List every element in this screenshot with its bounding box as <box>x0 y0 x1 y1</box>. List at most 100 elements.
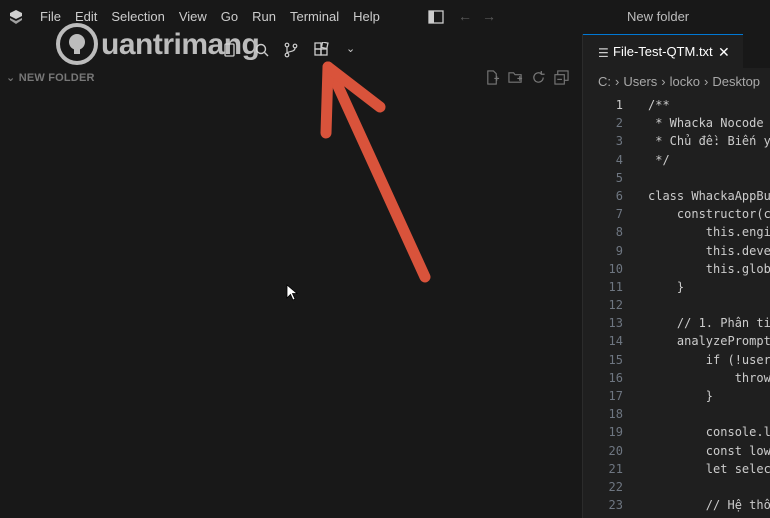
line-number: 3 <box>615 134 623 149</box>
chevron-right-icon: › <box>704 74 709 89</box>
line-number: 20 <box>608 443 623 458</box>
new-file-icon[interactable] <box>485 70 500 85</box>
refresh-icon[interactable] <box>531 70 546 85</box>
source-control-icon[interactable] <box>283 42 299 58</box>
code-line[interactable]: 15 if (!user <box>583 353 770 371</box>
code-line[interactable]: 22 <box>583 480 770 498</box>
breadcrumb-item[interactable]: locko <box>670 74 700 89</box>
line-number: 12 <box>608 298 623 313</box>
chevron-down-icon: ⌄ <box>6 72 16 84</box>
code-text: this.glob <box>648 261 770 276</box>
line-number: 2 <box>615 116 623 131</box>
line-number: 10 <box>608 261 623 276</box>
line-number: 19 <box>608 425 623 440</box>
menu-terminal[interactable]: Terminal <box>290 0 347 34</box>
breadcrumb-item[interactable]: Users <box>623 74 657 89</box>
text-file-icon: ☰ <box>598 46 609 60</box>
toggle-sidebar-icon[interactable] <box>428 10 444 24</box>
mouse-cursor-icon <box>286 284 298 301</box>
code-line[interactable]: 8 this.engi <box>583 225 770 243</box>
code-line[interactable]: 16 throw <box>583 371 770 389</box>
window-title: New folder <box>627 9 690 24</box>
line-number: 15 <box>608 352 623 367</box>
code-line[interactable]: 14 analyzePrompt <box>583 334 770 352</box>
line-number: 13 <box>608 316 623 331</box>
code-text: let selec <box>648 461 770 476</box>
code-line[interactable]: 11 } <box>583 280 770 298</box>
tab-file-test-qtm[interactable]: ☰ File-Test-QTM.txt ✕ <box>583 34 743 68</box>
app-logo-icon <box>10 10 22 24</box>
code-text: */ <box>648 152 670 167</box>
code-text: if (!user <box>648 352 770 367</box>
menu-help[interactable]: Help <box>353 0 388 34</box>
back-arrow-icon[interactable]: ← <box>458 8 472 24</box>
code-text: * Whacka Nocode <box>648 116 764 131</box>
code-line[interactable]: 9 this.deve <box>583 244 770 262</box>
code-text: const low <box>648 443 770 458</box>
line-number: 17 <box>608 389 623 403</box>
watermark-bulb-icon <box>56 23 98 65</box>
code-line[interactable]: 19 console.l <box>583 425 770 443</box>
tab-label: File-Test-QTM.txt <box>613 44 713 59</box>
line-number: 5 <box>615 170 623 185</box>
close-icon[interactable]: ✕ <box>718 35 730 69</box>
code-line[interactable]: 13 // 1. Phân ti <box>583 316 770 334</box>
code-line[interactable]: 21 let selec <box>583 462 770 480</box>
code-line[interactable]: 12 <box>583 298 770 316</box>
code-line[interactable]: 1 /** <box>583 98 770 116</box>
breadcrumb-item[interactable]: Desktop <box>712 74 760 89</box>
line-number: 21 <box>608 461 623 476</box>
code-line[interactable]: 6 class WhackaAppBu <box>583 189 770 207</box>
line-number: 11 <box>608 279 623 294</box>
chevron-right-icon: › <box>661 74 666 89</box>
explorer-folder-header[interactable]: ⌄ NEW FOLDER <box>6 71 95 84</box>
code-text: throw <box>648 370 770 385</box>
code-text: } <box>648 279 685 294</box>
watermark-logo: uantrimang <box>55 22 285 70</box>
code-line[interactable]: 18 <box>583 407 770 425</box>
line-number: 6 <box>615 188 623 203</box>
code-line[interactable]: 4 */ <box>583 153 770 171</box>
code-text: // 1. Phân ti <box>648 316 770 331</box>
explorer-folder-title: NEW FOLDER <box>18 72 95 84</box>
editor-area: ☰ File-Test-QTM.txt ✕ C: › Users › locko › Des… <box>583 34 770 518</box>
more-views-chevron-icon[interactable]: ⌄ <box>346 42 355 55</box>
code-editor[interactable]: 1/** 2 * Whacka Nocode 3 * Chủ đề: Biến y4… <box>583 98 770 516</box>
code-line[interactable]: 7 constructor(c <box>583 207 770 225</box>
code-line[interactable]: 3 * Chủ đề: Biến y <box>583 134 770 152</box>
breadcrumb-item[interactable]: C: <box>598 74 611 89</box>
chevron-right-icon: › <box>615 74 620 89</box>
code-line[interactable]: 17 } <box>583 389 770 407</box>
code-line[interactable]: 5 <box>583 171 770 189</box>
line-number: 1 <box>615 98 623 112</box>
collapse-all-icon[interactable] <box>554 70 569 85</box>
code-text: analyzePrompt <box>648 334 770 349</box>
line-number: 18 <box>608 407 623 422</box>
code-text: this.engi <box>648 225 770 240</box>
code-line[interactable]: 2 * Whacka Nocode <box>583 116 770 134</box>
code-line[interactable]: 23 // Hệ thố <box>583 498 770 516</box>
tab-bar: ☰ File-Test-QTM.txt ✕ <box>583 34 770 68</box>
code-text: class WhackaAppBu <box>648 188 770 203</box>
code-line[interactable]: 10 this.glob <box>583 262 770 280</box>
code-text: this.deve <box>648 243 770 258</box>
line-number: 22 <box>608 479 623 494</box>
new-folder-icon[interactable] <box>508 70 523 85</box>
code-line[interactable]: 20 const low <box>583 444 770 462</box>
line-number: 16 <box>608 370 623 385</box>
watermark-text: uantrimang <box>101 28 260 61</box>
code-text: console.l <box>648 425 770 440</box>
code-text: /** <box>648 98 670 112</box>
code-text: } <box>648 389 714 403</box>
code-text: * Chủ đề: Biến y <box>648 134 770 149</box>
annotation-arrow-icon <box>320 61 431 283</box>
code-text: // Hệ thố <box>648 498 770 513</box>
code-text: constructor(c <box>648 207 770 222</box>
line-number: 23 <box>608 498 623 513</box>
line-number: 14 <box>608 334 623 349</box>
forward-arrow-icon[interactable]: → <box>482 8 496 24</box>
line-number: 8 <box>615 225 623 240</box>
line-number: 9 <box>615 243 623 258</box>
breadcrumb: C: › Users › locko › Desktop <box>598 74 760 89</box>
explorer-actions <box>485 70 569 85</box>
